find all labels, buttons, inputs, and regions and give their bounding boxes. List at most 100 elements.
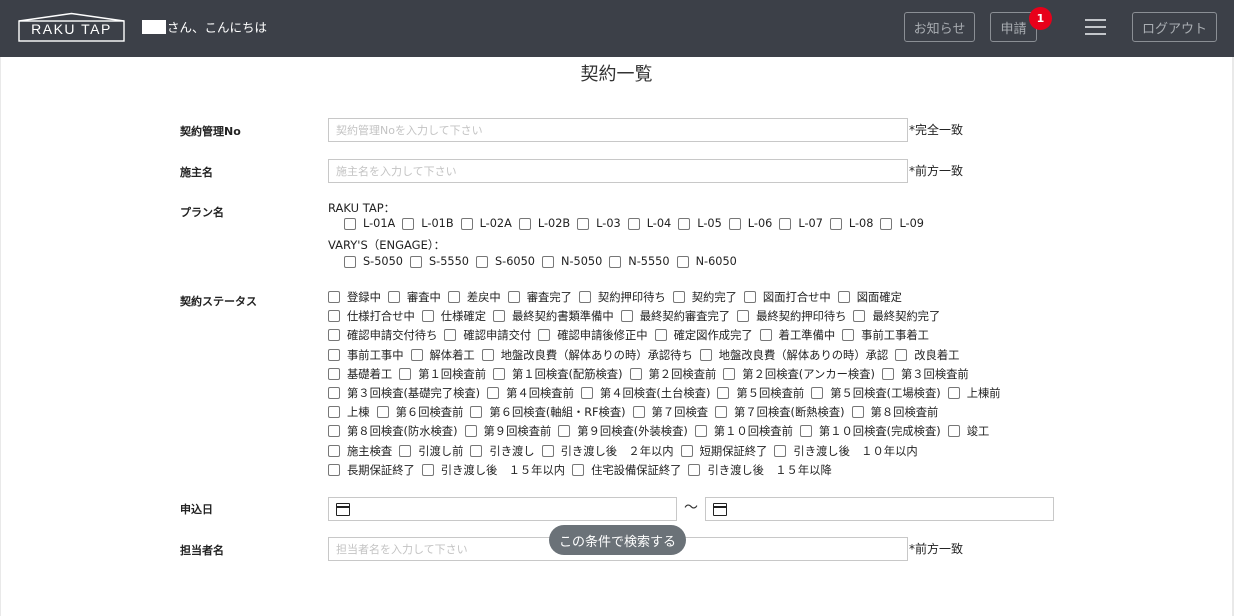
checkbox-icon[interactable] <box>799 425 812 438</box>
status-option-checkbox[interactable]: 第３回検査前 <box>881 366 969 382</box>
plan-option-checkbox[interactable]: L-02A <box>460 217 512 230</box>
plan-option-checkbox[interactable]: N-5050 <box>542 255 602 268</box>
raku-tap-logo[interactable]: RAKU TAP <box>18 12 125 42</box>
status-option-checkbox[interactable]: 第７回検査(断熱検査) <box>715 404 845 420</box>
status-option-checkbox[interactable]: 最終契約書類準備中 <box>493 308 614 324</box>
status-option-checkbox[interactable]: 地盤改良費（解体ありの時）承認待ち <box>481 347 693 363</box>
status-option-checkbox[interactable]: 差戻中 <box>447 289 501 305</box>
checkbox-icon[interactable] <box>344 255 356 268</box>
checkbox-icon[interactable] <box>842 329 855 342</box>
status-option-checkbox[interactable]: 施主検査 <box>328 443 392 459</box>
status-option-checkbox[interactable]: 基礎着工 <box>328 366 392 382</box>
checkbox-icon[interactable] <box>399 367 412 380</box>
status-option-checkbox[interactable]: 第６回検査(軸組・RF検査) <box>470 404 626 420</box>
notice-button[interactable]: お知らせ <box>904 12 975 42</box>
checkbox-icon[interactable] <box>688 463 701 476</box>
status-option-checkbox[interactable]: 第１回検査前 <box>399 366 486 382</box>
status-option-checkbox[interactable]: 最終契約審査完了 <box>620 308 730 324</box>
plan-option-checkbox[interactable]: L-08 <box>829 217 873 230</box>
status-option-checkbox[interactable]: 第５回検査(工場検査) <box>811 385 941 401</box>
plan-option-checkbox[interactable]: L-01A <box>344 217 395 230</box>
checkbox-icon[interactable] <box>829 217 842 230</box>
checkbox-icon[interactable] <box>723 367 736 380</box>
checkbox-icon[interactable] <box>421 310 434 323</box>
checkbox-icon[interactable] <box>328 329 340 342</box>
status-option-checkbox[interactable]: 仕様確定 <box>421 308 486 324</box>
checkbox-icon[interactable] <box>620 310 633 323</box>
checkbox-icon[interactable] <box>464 425 477 438</box>
status-option-checkbox[interactable]: 第４回検査前 <box>487 385 574 401</box>
plan-option-checkbox[interactable]: L-05 <box>678 217 722 230</box>
checkbox-icon[interactable] <box>609 255 622 268</box>
checkbox-icon[interactable] <box>328 291 340 303</box>
status-option-checkbox[interactable]: 第２回検査前 <box>629 366 716 382</box>
checkbox-icon[interactable] <box>672 291 685 303</box>
status-option-checkbox[interactable]: 図面打合せ中 <box>743 289 831 305</box>
status-option-checkbox[interactable]: 短期保証終了 <box>680 443 767 459</box>
status-option-checkbox[interactable]: 引き渡し <box>470 443 535 459</box>
status-option-checkbox[interactable]: 着工準備中 <box>759 327 835 343</box>
checkbox-icon[interactable] <box>737 310 750 323</box>
checkbox-icon[interactable] <box>328 425 340 438</box>
plan-option-checkbox[interactable]: L-09 <box>880 217 924 230</box>
checkbox-icon[interactable] <box>410 255 422 268</box>
status-option-checkbox[interactable]: 引き渡し後 １５年以内 <box>421 462 565 478</box>
status-option-checkbox[interactable]: 引渡し前 <box>399 443 463 459</box>
status-option-checkbox[interactable]: 第９回検査前 <box>464 423 551 439</box>
status-option-checkbox[interactable]: 第８回検査前 <box>851 404 938 420</box>
owner-name-input[interactable] <box>328 159 908 183</box>
checkbox-icon[interactable] <box>654 329 667 342</box>
checkbox-icon[interactable] <box>572 463 585 476</box>
status-option-checkbox[interactable]: 上棟前 <box>947 385 1001 401</box>
checkbox-icon[interactable] <box>518 217 531 230</box>
checkbox-icon[interactable] <box>580 387 593 399</box>
plan-option-checkbox[interactable]: L-02B <box>518 217 570 230</box>
checkbox-icon[interactable] <box>881 367 894 380</box>
checkbox-icon[interactable] <box>694 425 707 438</box>
checkbox-icon[interactable] <box>538 329 551 342</box>
logout-button[interactable]: ログアウト <box>1132 12 1217 42</box>
plan-option-checkbox[interactable]: L-06 <box>728 217 772 230</box>
status-option-checkbox[interactable]: 改良着工 <box>895 347 959 363</box>
checkbox-icon[interactable] <box>487 387 500 399</box>
checkbox-icon[interactable] <box>421 463 434 476</box>
checkbox-icon[interactable] <box>947 425 960 438</box>
status-option-checkbox[interactable]: 審査中 <box>387 289 441 305</box>
status-option-checkbox[interactable]: 第５回検査前 <box>717 385 804 401</box>
checkbox-icon[interactable] <box>743 291 756 303</box>
status-option-checkbox[interactable]: 確定図作成完了 <box>654 327 753 343</box>
apply-date-to-input[interactable] <box>705 497 1054 521</box>
plan-option-checkbox[interactable]: S-6050 <box>476 255 535 268</box>
checkbox-icon[interactable] <box>402 217 415 230</box>
checkbox-icon[interactable] <box>895 348 908 361</box>
status-option-checkbox[interactable]: 審査完了 <box>507 289 572 305</box>
plan-option-checkbox[interactable]: S-5050 <box>344 255 403 268</box>
checkbox-icon[interactable] <box>558 425 571 438</box>
checkbox-icon[interactable] <box>699 348 712 361</box>
status-option-checkbox[interactable]: 第１０回検査前 <box>694 423 793 439</box>
status-option-checkbox[interactable]: 長期保証終了 <box>328 462 415 478</box>
status-option-checkbox[interactable]: 契約完了 <box>672 289 737 305</box>
contract-no-input[interactable] <box>328 118 908 142</box>
checkbox-icon[interactable] <box>811 387 824 399</box>
checkbox-icon[interactable] <box>629 367 642 380</box>
status-option-checkbox[interactable]: 竣工 <box>947 423 989 439</box>
status-option-checkbox[interactable]: 登録中 <box>328 289 381 305</box>
status-option-checkbox[interactable]: 第３回検査(基礎完了検査) <box>328 385 480 401</box>
checkbox-icon[interactable] <box>328 310 340 323</box>
checkbox-icon[interactable] <box>577 217 590 230</box>
checkbox-icon[interactable] <box>328 406 340 419</box>
checkbox-icon[interactable] <box>627 217 640 230</box>
status-option-checkbox[interactable]: 最終契約完了 <box>853 308 940 324</box>
hamburger-menu-icon[interactable] <box>1085 17 1107 37</box>
checkbox-icon[interactable] <box>470 406 483 419</box>
checkbox-icon[interactable] <box>851 406 864 419</box>
status-option-checkbox[interactable]: 事前工事着工 <box>842 327 929 343</box>
status-option-checkbox[interactable]: 第６回検査前 <box>376 404 463 420</box>
checkbox-icon[interactable] <box>728 217 741 230</box>
plan-option-checkbox[interactable]: S-5550 <box>410 255 469 268</box>
checkbox-icon[interactable] <box>387 291 400 303</box>
checkbox-icon[interactable] <box>779 217 792 230</box>
status-option-checkbox[interactable]: 確認申請交付待ち <box>328 327 437 343</box>
plan-option-checkbox[interactable]: N-5550 <box>609 255 670 268</box>
